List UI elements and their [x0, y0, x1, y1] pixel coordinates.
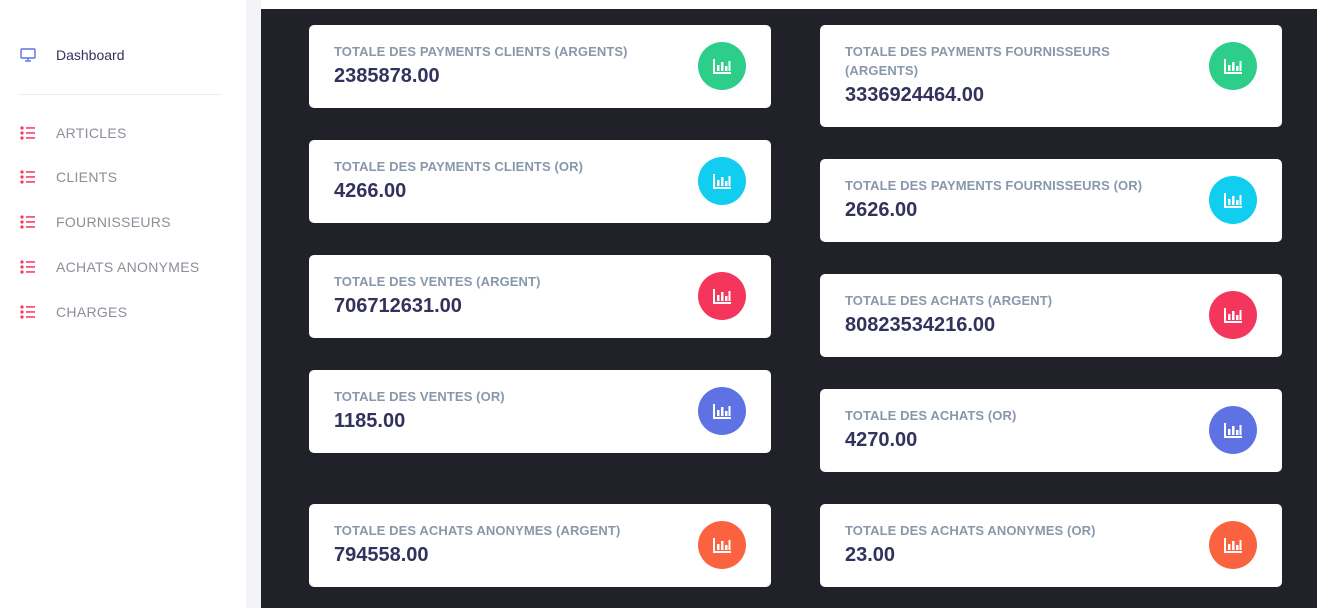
chart-bar-icon[interactable]	[698, 42, 746, 90]
list-icon	[20, 169, 36, 185]
card-title: TOTALE DES ACHATS (OR)	[845, 408, 1017, 423]
sidebar-item-fournisseurs[interactable]: FOURNISSEURS	[20, 212, 171, 232]
card-value: 23.00	[845, 544, 896, 566]
stat-card: TOTALE DES PAYMENTS CLIENTS (OR) 4266.00	[309, 140, 771, 223]
sidebar-item-charges[interactable]: CHARGES	[20, 302, 127, 322]
card-title: TOTALE DES ACHATS ANONYMES (OR)	[845, 523, 1096, 538]
monitor-icon	[20, 47, 36, 63]
card-value: 4270.00	[845, 429, 918, 451]
sidebar-item-label: CHARGES	[56, 304, 128, 320]
stat-card: TOTALE DES ACHATS ANONYMES (OR) 23.00	[820, 504, 1282, 587]
chart-bar-icon[interactable]	[698, 157, 746, 205]
card-title: TOTALE DES PAYMENTS FOURNISSEURS (OR)	[845, 178, 1143, 193]
chart-bar-icon[interactable]	[1209, 406, 1257, 454]
sidebar-item-label: ACHATS ANONYMES	[56, 259, 200, 275]
list-icon	[20, 214, 36, 230]
stat-card: TOTALE DES PAYMENTS FOURNISSEURS (ARGENT…	[820, 25, 1282, 127]
stat-card: TOTALE DES PAYMENTS FOURNISSEURS (OR) 26…	[820, 159, 1282, 242]
stat-card: TOTALE DES VENTES (ARGENT) 706712631.00	[309, 255, 771, 338]
card-title: TOTALE DES ACHATS ANONYMES (ARGENT)	[334, 523, 621, 538]
chart-bar-icon[interactable]	[1209, 521, 1257, 569]
stat-card: TOTALE DES ACHATS ANONYMES (ARGENT) 7945…	[309, 504, 771, 587]
chart-bar-icon[interactable]	[1209, 176, 1257, 224]
sidebar-divider	[19, 94, 221, 95]
chart-bar-icon[interactable]	[1209, 42, 1257, 90]
card-title: TOTALE DES ACHATS (ARGENT)	[845, 293, 1053, 308]
card-value: 2626.00	[845, 199, 918, 221]
stat-card: TOTALE DES ACHATS (ARGENT) 80823534216.0…	[820, 274, 1282, 357]
sidebar-item-dashboard[interactable]: Dashboard	[20, 45, 125, 65]
chart-bar-icon[interactable]	[1209, 291, 1257, 339]
stat-card: TOTALE DES PAYMENTS CLIENTS (ARGENTS) 23…	[309, 25, 771, 108]
card-title: TOTALE DES PAYMENTS FOURNISSEURS (ARGENT…	[845, 44, 1110, 78]
sidebar-item-label: FOURNISSEURS	[56, 214, 171, 230]
sidebar-item-clients[interactable]: CLIENTS	[20, 167, 117, 187]
chart-bar-icon[interactable]	[698, 521, 746, 569]
card-value: 80823534216.00	[845, 314, 996, 336]
list-icon	[20, 304, 36, 320]
card-title: TOTALE DES PAYMENTS CLIENTS (ARGENTS)	[334, 44, 628, 59]
sidebar-edge	[246, 0, 261, 608]
card-value: 3336924464.00	[845, 84, 985, 106]
list-icon	[20, 259, 36, 275]
sidebar-item-articles[interactable]: ARTICLES	[20, 123, 127, 143]
card-value: 2385878.00	[334, 65, 440, 87]
card-title: TOTALE DES PAYMENTS CLIENTS (OR)	[334, 159, 584, 174]
stat-card: TOTALE DES VENTES (OR) 1185.00	[309, 370, 771, 453]
card-value: 4266.00	[334, 180, 407, 202]
sidebar-item-label: CLIENTS	[56, 169, 118, 185]
sidebar-item-achats-anonymes[interactable]: ACHATS ANONYMES	[20, 257, 200, 277]
card-title: TOTALE DES VENTES (ARGENT)	[334, 274, 541, 289]
card-value: 794558.00	[334, 544, 429, 566]
sidebar-item-label: Dashboard	[56, 47, 125, 63]
list-icon	[20, 125, 36, 141]
card-title: TOTALE DES VENTES (OR)	[334, 389, 505, 404]
sidebar-item-label: ARTICLES	[56, 125, 127, 141]
stat-card: TOTALE DES ACHATS (OR) 4270.00	[820, 389, 1282, 472]
card-value: 1185.00	[334, 410, 406, 432]
chart-bar-icon[interactable]	[698, 387, 746, 435]
chart-bar-icon[interactable]	[698, 272, 746, 320]
card-value: 706712631.00	[334, 295, 462, 317]
sidebar: Dashboard ARTICLES CLIENTS FOURNISSEURS …	[0, 0, 246, 608]
